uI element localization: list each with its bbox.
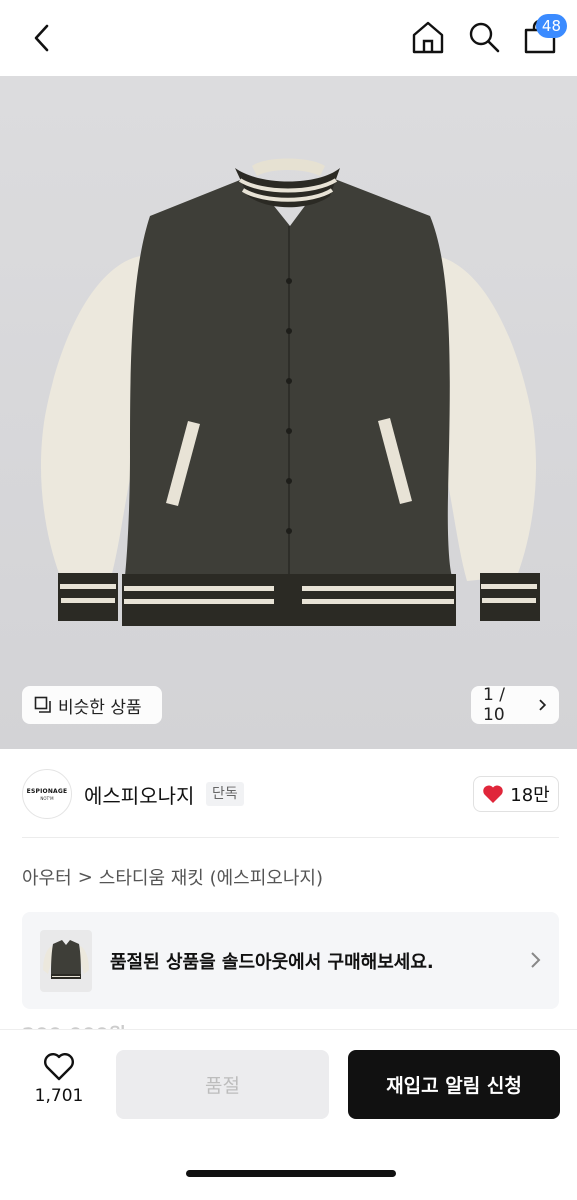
breadcrumb: 아우터 > 스타디움 재킷 (에스피오나지) [22, 864, 323, 890]
cart-button[interactable]: 48 [517, 14, 567, 60]
heart-filled-icon [483, 785, 504, 803]
breadcrumb-separator: > [77, 866, 93, 888]
home-indicator [186, 1170, 396, 1177]
heart-outline-icon [44, 1053, 74, 1081]
search-button[interactable] [461, 14, 507, 60]
similar-products-button[interactable]: 비슷한 상품 [22, 686, 162, 724]
brand-logo-subtext: NOT'M [40, 795, 54, 801]
soldout-banner-text: 품절된 상품을 솔드아웃에서 구매해보세요. [110, 952, 434, 973]
jacket-thumbnail-image [43, 940, 89, 979]
wishlist-count: 1,701 [34, 1086, 84, 1106]
chevron-right-icon [539, 699, 547, 711]
back-button[interactable] [22, 18, 62, 58]
breadcrumb-category[interactable]: 아우터 [22, 864, 72, 890]
soldout-button: 품절 [116, 1050, 329, 1119]
wishlist-button[interactable]: 1,701 [22, 1052, 96, 1106]
brand-like-count: 18만 [510, 785, 550, 806]
brand-logo[interactable]: ESPIONAGE NOT'M [22, 769, 72, 819]
product-image-carousel[interactable]: 비슷한 상품 1 / 10 [0, 76, 577, 749]
brand-logo-text: ESPIONAGE [26, 787, 68, 795]
home-button[interactable] [405, 14, 451, 60]
home-icon [412, 21, 444, 54]
top-bar: 48 [0, 0, 577, 76]
brand-like-button[interactable]: 18만 [473, 776, 559, 812]
soldout-thumbnail [40, 930, 92, 992]
cart-count-badge: 48 [535, 14, 567, 38]
exclusive-badge: 단독 [206, 782, 244, 806]
image-pager-label: 1 / 10 [483, 685, 505, 725]
divider [22, 837, 559, 838]
chevron-right-icon [531, 952, 541, 968]
search-icon [469, 22, 500, 53]
image-pager[interactable]: 1 / 10 [471, 685, 559, 725]
product-image [40, 158, 540, 626]
chevron-left-icon [34, 24, 49, 52]
soldout-banner[interactable]: 품절된 상품을 솔드아웃에서 구매해보세요. [22, 912, 559, 1009]
similar-items-icon [34, 696, 51, 713]
brand-name[interactable]: 에스피오나지 [84, 780, 194, 809]
brand-row: ESPIONAGE NOT'M 에스피오나지 단독 18만 [0, 749, 577, 837]
breadcrumb-product[interactable]: 스타디움 재킷 (에스피오나지) [99, 864, 323, 890]
similar-products-label: 비슷한 상품 [58, 697, 142, 718]
restock-alert-button[interactable]: 재입고 알림 신청 [348, 1050, 560, 1119]
